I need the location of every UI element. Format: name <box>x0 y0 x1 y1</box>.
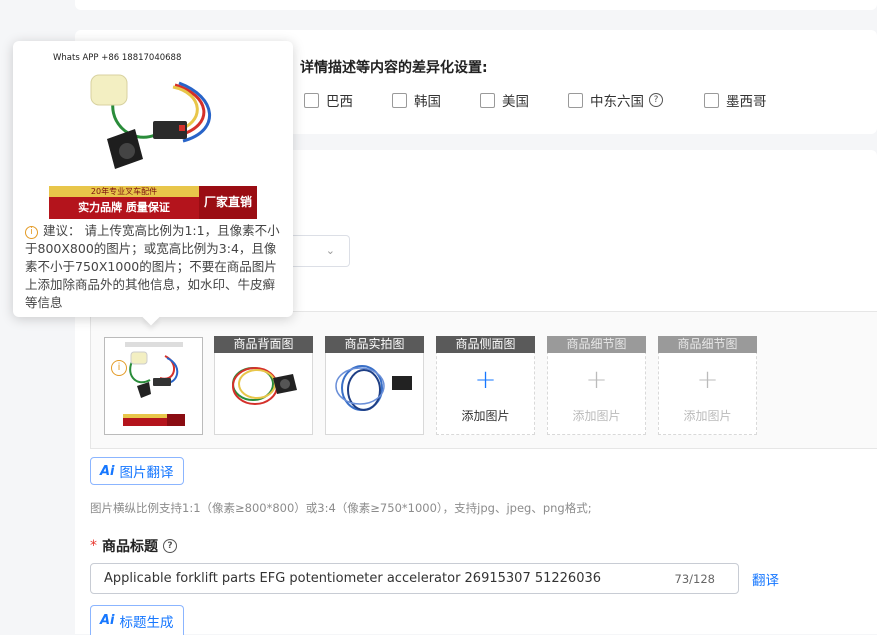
plus-icon: + <box>696 365 719 395</box>
add-image-label: 添加图片 <box>461 409 510 423</box>
advice-text: 建议： 请上传宽高比例为1:1，且像素不小于800X800的图片；或宽高比例为3… <box>25 223 280 310</box>
country-checkbox-middle-east[interactable]: 中东六国 ? <box>568 90 663 110</box>
checkbox-box[interactable] <box>480 92 495 108</box>
main-image-picture <box>123 342 185 426</box>
checkbox-box[interactable] <box>304 92 319 108</box>
product-title-input[interactable]: Applicable forklift parts EFG potentiome… <box>90 563 739 594</box>
slot-caption: 商品侧面图 <box>436 336 535 353</box>
upload-advice: i 建议： 请上传宽高比例为1:1，且像素不小于800X800的图片；或宽高比例为… <box>25 222 285 312</box>
back-image-picture <box>232 367 297 405</box>
input-value: Applicable forklift parts EFG potentiome… <box>104 571 602 586</box>
image-slot-back[interactable]: 商品背面图 <box>214 336 313 435</box>
image-slot-side[interactable]: 商品侧面图 + 添加图片 <box>436 336 535 435</box>
image-preview-popover: Whats APP +86 18817040688 20年专业叉车配件 实力品牌… <box>13 41 293 326</box>
slot-caption: 商品细节图 <box>547 336 646 353</box>
ai-icon: Ai <box>100 613 115 628</box>
required-mark: * <box>90 538 97 554</box>
checkbox-box[interactable] <box>392 92 407 108</box>
help-icon[interactable]: ? <box>163 539 177 553</box>
add-image-label: 添加图片 <box>683 409 732 423</box>
country-checkbox-korea[interactable]: 韩国 <box>392 90 441 110</box>
char-counter: 73/128 <box>674 572 715 586</box>
real-shot-image-picture <box>335 365 412 411</box>
banner-tagline: 20年专业叉车配件 <box>49 186 199 197</box>
banner-right-text: 厂家直销 <box>199 186 257 219</box>
add-image-label: 添加图片 <box>572 409 621 423</box>
checkbox-box[interactable] <box>704 92 719 108</box>
slot-caption: 商品细节图 <box>658 336 757 353</box>
image-slot-detail-2[interactable]: 商品细节图 + 添加图片 <box>658 336 757 435</box>
checkbox-label: 中东六国 <box>590 94 644 110</box>
differentiation-title: 详情描述等内容的差异化设置: <box>300 60 488 76</box>
checkbox-label: 巴西 <box>326 94 353 110</box>
plus-icon: + <box>585 365 608 395</box>
label-text: 商品标题 <box>102 539 158 555</box>
banner-main-text: 实力品牌 质量保证 <box>78 201 170 214</box>
image-format-hint: 图片横纵比例支持1:1（像素≥800*800）或3:4（像素≥750*1000）… <box>90 501 592 515</box>
plus-icon: + <box>474 365 497 395</box>
button-label: 标题生成 <box>119 614 174 631</box>
ai-icon: Ai <box>100 463 115 479</box>
main-image-thumbnail[interactable]: i <box>104 337 203 435</box>
image-translate-button[interactable]: Ai 图片翻译 <box>90 457 184 485</box>
warning-icon: i <box>111 360 127 376</box>
top-card <box>75 0 877 10</box>
country-checkbox-brazil[interactable]: 巴西 <box>304 90 353 110</box>
checkbox-label: 美国 <box>502 94 529 110</box>
slot-caption: 商品背面图 <box>214 336 313 353</box>
chevron-down-icon: ⌄ <box>325 244 335 257</box>
image-slot-detail-1[interactable]: 商品细节图 + 添加图片 <box>547 336 646 435</box>
checkbox-label: 韩国 <box>414 94 441 110</box>
country-checkbox-mexico[interactable]: 墨西哥 <box>704 90 767 110</box>
product-preview-picture <box>90 74 212 169</box>
product-title-label: * 商品标题 ? <box>90 536 177 556</box>
checkbox-box[interactable] <box>568 92 583 108</box>
image-watermark-text: Whats APP +86 18817040688 <box>53 53 182 63</box>
translate-link[interactable]: 翻译 <box>752 569 779 589</box>
info-warning-icon: i <box>25 226 38 239</box>
help-icon[interactable]: ? <box>649 93 663 107</box>
slot-caption: 商品实拍图 <box>325 336 424 353</box>
button-label: 图片翻译 <box>119 465 174 481</box>
checkbox-label: 墨西哥 <box>726 94 767 110</box>
promo-banner: 20年专业叉车配件 实力品牌 质量保证 厂家直销 <box>49 186 257 219</box>
country-checkbox-usa[interactable]: 美国 <box>480 90 529 110</box>
image-slot-real-shot[interactable]: 商品实拍图 <box>325 336 424 435</box>
title-generate-button[interactable]: Ai 标题生成 <box>90 605 184 635</box>
